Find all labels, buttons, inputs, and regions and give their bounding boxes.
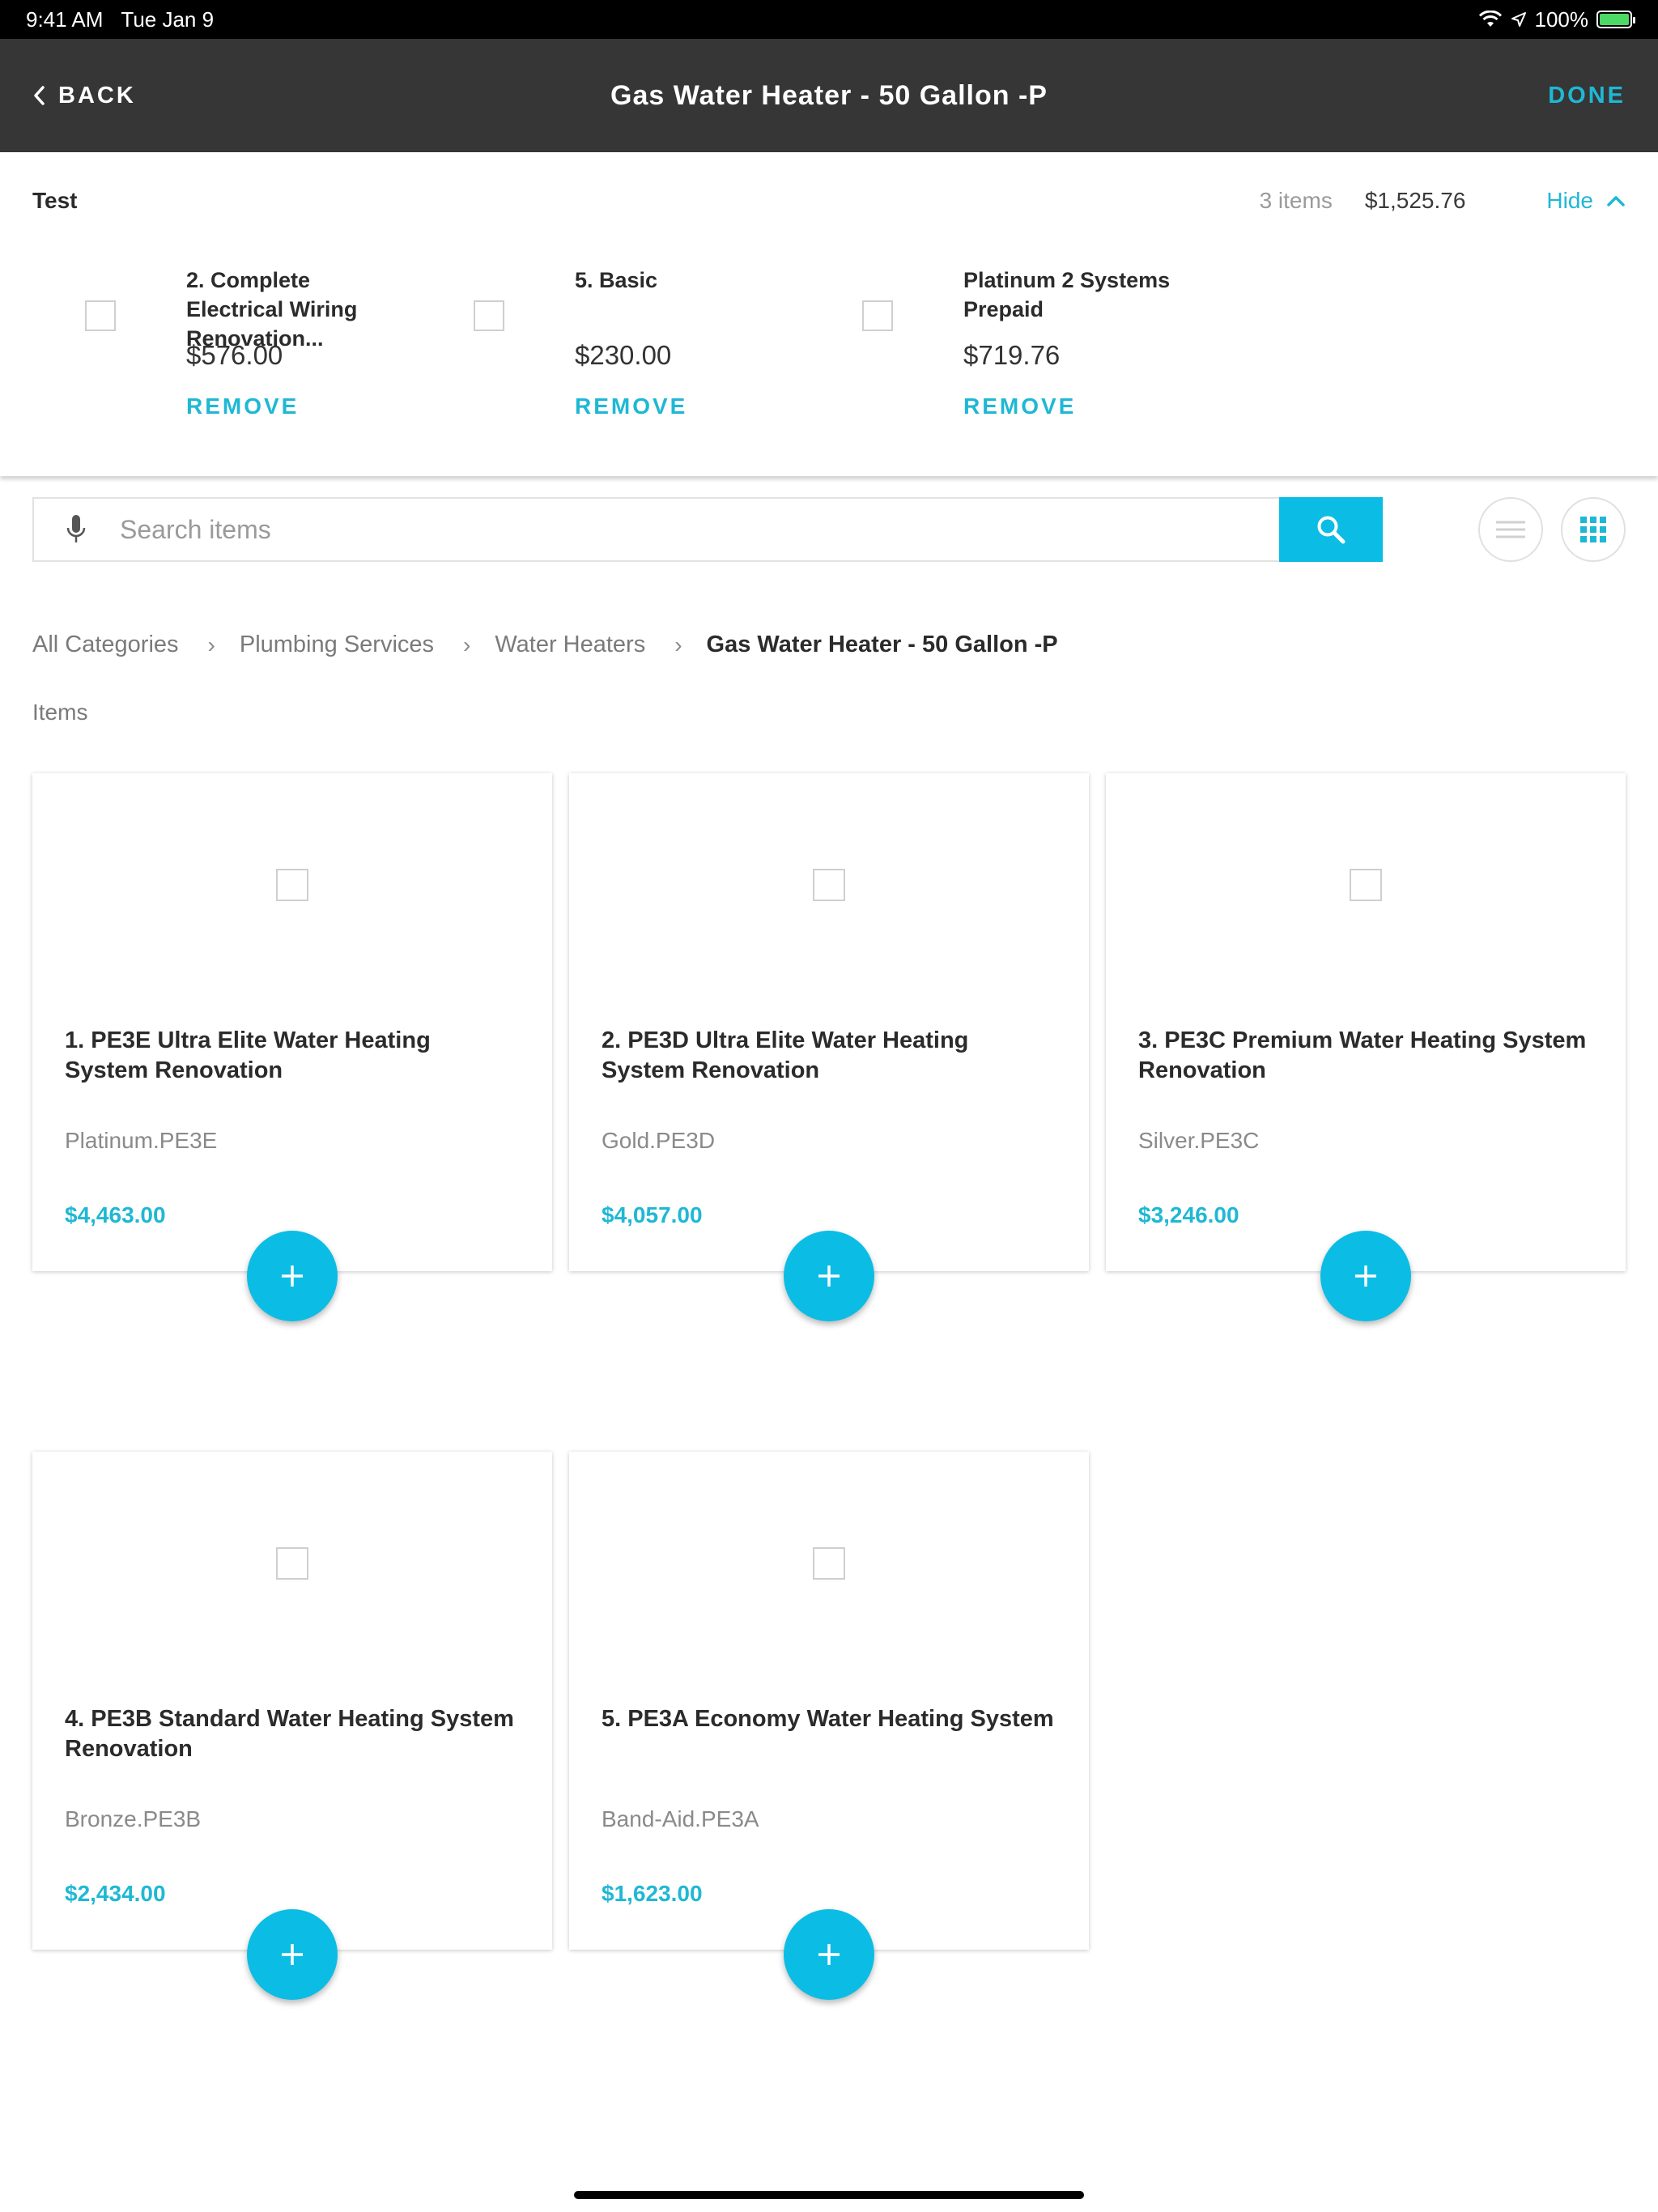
selection-title: Test: [32, 188, 78, 213]
item-code: Gold.PE3D: [602, 1128, 716, 1153]
wifi-icon: [1478, 11, 1502, 27]
done-button[interactable]: DONE: [1548, 83, 1626, 109]
remove-button[interactable]: REMOVE: [186, 393, 299, 419]
search-bar: [32, 497, 1383, 562]
item-card[interactable]: 5. PE3A Economy Water Heating System Ban…: [569, 1452, 1089, 2000]
item-title: 1. PE3E Ultra Elite Water Heating System…: [65, 1027, 431, 1083]
microphone-icon: [66, 515, 86, 542]
hide-button[interactable]: Hide: [1546, 188, 1626, 214]
item-card[interactable]: 2. PE3D Ultra Elite Water Heating System…: [569, 773, 1089, 1321]
add-item-button[interactable]: [784, 1231, 874, 1321]
breadcrumb-plumbing-services[interactable]: Plumbing Services: [240, 632, 434, 658]
hide-label: Hide: [1546, 188, 1593, 213]
plus-icon: [282, 1266, 303, 1287]
item-code: Bronze.PE3B: [65, 1806, 202, 1831]
selection-total: $1,525.76: [1364, 188, 1466, 213]
plus-icon: [818, 1944, 840, 1965]
search-button[interactable]: [1279, 497, 1383, 562]
plus-icon: [1355, 1266, 1376, 1287]
item-thumbnail: [813, 1547, 845, 1580]
chevron-left-icon: [34, 86, 45, 105]
add-item-button[interactable]: [247, 1231, 338, 1321]
item-price: $1,623.00: [602, 1881, 703, 1906]
breadcrumb-current: Gas Water Heater - 50 Gallon -P: [706, 632, 1058, 657]
remove-button[interactable]: REMOVE: [963, 393, 1076, 419]
chevron-right-icon: ›: [207, 632, 215, 657]
back-button[interactable]: BACK: [32, 83, 136, 109]
item-price: $4,463.00: [65, 1202, 166, 1227]
search-icon: [1317, 516, 1346, 544]
selected-item-checkbox[interactable]: [862, 300, 893, 331]
add-item-button[interactable]: [1320, 1231, 1411, 1321]
chevron-up-icon: [1607, 196, 1625, 206]
microphone-button[interactable]: [34, 499, 118, 560]
grid-view-icon: [1580, 517, 1606, 542]
add-item-button[interactable]: [247, 1909, 338, 2000]
add-item-button[interactable]: [784, 1909, 874, 2000]
selected-item-price: $576.00: [186, 340, 283, 370]
item-price: $4,057.00: [602, 1202, 703, 1227]
selected-item-name: Platinum 2 Systems Prepaid: [963, 268, 1171, 321]
status-bar: 9:41 AM Tue Jan 9 100%: [0, 0, 1658, 39]
breadcrumb-water-heaters[interactable]: Water Heaters: [495, 632, 645, 658]
battery-percent: 100%: [1534, 6, 1589, 32]
search-input[interactable]: [118, 498, 1279, 561]
selection-panel: Test 3 items $1,525.76 Hide 2. Complete …: [0, 152, 1658, 476]
plus-icon: [282, 1944, 303, 1965]
selection-header: Test 3 items $1,525.76 Hide: [32, 185, 1626, 217]
item-thumbnail: [276, 869, 308, 901]
selected-item-price: $230.00: [575, 340, 672, 370]
selected-item-name: 5. Basic: [575, 268, 658, 292]
selected-item-checkbox[interactable]: [474, 300, 504, 331]
selected-item: 5. Basic $230.00 REMOVE: [421, 266, 761, 452]
item-code: Silver.PE3C: [1138, 1128, 1260, 1153]
item-title: 4. PE3B Standard Water Heating System Re…: [65, 1706, 514, 1762]
item-card[interactable]: 4. PE3B Standard Water Heating System Re…: [32, 1452, 552, 2000]
location-icon: [1511, 12, 1526, 27]
remove-button[interactable]: REMOVE: [575, 393, 687, 419]
item-price: $2,434.00: [65, 1881, 166, 1906]
page-title: Gas Water Heater - 50 Gallon -P: [610, 79, 1048, 111]
battery-icon: [1596, 11, 1635, 28]
item-title: 3. PE3C Premium Water Heating System Ren…: [1138, 1027, 1587, 1083]
item-card[interactable]: 3. PE3C Premium Water Heating System Ren…: [1106, 773, 1626, 1321]
item-title: 2. PE3D Ultra Elite Water Heating System…: [602, 1027, 969, 1083]
selection-count: 3 items: [1259, 188, 1333, 213]
grid-view-button[interactable]: [1561, 497, 1626, 562]
list-view-button[interactable]: [1478, 497, 1543, 562]
back-label: BACK: [58, 82, 136, 108]
breadcrumb: All Categories › Plumbing Services › Wat…: [32, 632, 1058, 658]
item-code: Band-Aid.PE3A: [602, 1806, 759, 1831]
item-price: $3,246.00: [1138, 1202, 1239, 1227]
list-view-icon: [1496, 521, 1525, 538]
item-card[interactable]: 1. PE3E Ultra Elite Water Heating System…: [32, 773, 552, 1321]
item-title: 5. PE3A Economy Water Heating System: [602, 1706, 1054, 1732]
item-thumbnail: [813, 869, 845, 901]
navigation-bar: BACK Gas Water Heater - 50 Gallon -P DON…: [0, 39, 1658, 152]
item-thumbnail: [1350, 869, 1382, 901]
section-label: Items: [32, 700, 88, 725]
home-indicator[interactable]: [574, 2191, 1084, 2199]
status-time: 9:41 AM: [26, 6, 104, 32]
breadcrumb-all-categories[interactable]: All Categories: [32, 632, 179, 658]
selected-item: Platinum 2 Systems Prepaid $719.76 REMOV…: [810, 266, 1170, 452]
plus-icon: [818, 1266, 840, 1287]
item-code: Platinum.PE3E: [65, 1128, 218, 1153]
chevron-right-icon: ›: [463, 632, 471, 657]
selected-item-checkbox[interactable]: [85, 300, 116, 331]
selected-item-price: $719.76: [963, 340, 1061, 370]
chevron-right-icon: ›: [674, 632, 682, 657]
status-date: Tue Jan 9: [121, 6, 215, 32]
selected-item: 2. Complete Electrical Wiring Renovation…: [32, 266, 372, 452]
item-thumbnail: [276, 1547, 308, 1580]
